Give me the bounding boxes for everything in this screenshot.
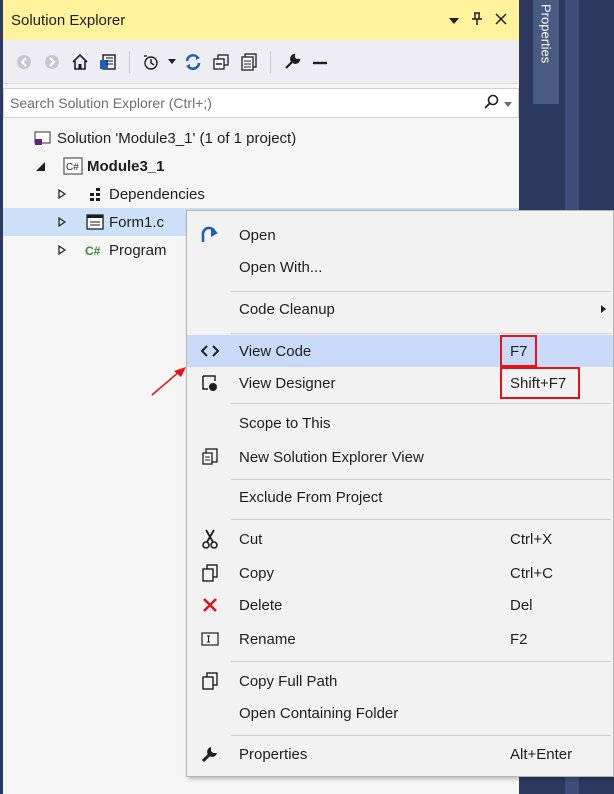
delete-x-icon <box>197 592 223 618</box>
collapsed-arrow-icon[interactable] <box>55 243 69 257</box>
menu-item-label: New Solution Explorer View <box>239 448 424 466</box>
form-icon <box>85 212 105 232</box>
menu-item-label: Code Cleanup <box>239 300 335 318</box>
tree-item-label: Form1.c <box>109 213 165 231</box>
pending-changes-filter-icon[interactable] <box>138 49 164 75</box>
menu-item-label: Cut <box>239 530 263 548</box>
panel-title: Solution Explorer <box>11 11 126 29</box>
menu-item-label: Rename <box>239 630 296 648</box>
scissors-icon <box>197 526 223 552</box>
svg-text:C#: C# <box>66 162 79 173</box>
properties-tab[interactable]: Properties <box>533 0 559 104</box>
menu-item-new-solution-explorer-view[interactable]: New Solution Explorer View <box>187 441 613 473</box>
collapsed-arrow-icon[interactable] <box>55 215 69 229</box>
close-icon[interactable] <box>495 12 507 28</box>
dropdown-icon[interactable] <box>449 12 459 28</box>
sync-icon[interactable] <box>180 49 206 75</box>
menu-separator <box>231 403 611 404</box>
back-icon[interactable] <box>11 49 37 75</box>
menu-item-cut[interactable]: Cut Ctrl+X <box>187 523 613 555</box>
panel-title-bar: Solution Explorer <box>3 0 519 40</box>
annotation-arrow-icon <box>151 367 186 396</box>
copy-icon <box>197 560 223 586</box>
menu-item-label: Copy Full Path <box>239 672 338 690</box>
wrench-icon <box>197 741 223 767</box>
preview-selected-icon[interactable] <box>307 49 333 75</box>
toolbar-separator <box>270 50 271 73</box>
menu-item-shortcut: Del <box>510 596 533 614</box>
menu-item-copy-full-path[interactable]: Copy Full Path <box>187 665 613 697</box>
collapsed-arrow-icon[interactable] <box>55 187 69 201</box>
show-all-files-icon[interactable] <box>236 49 262 75</box>
menu-separator <box>231 661 611 662</box>
menu-separator <box>231 479 611 480</box>
tree-item-label: Module3_1 <box>87 157 165 175</box>
menu-item-label: Open Containing Folder <box>239 704 399 722</box>
tree-item-project[interactable]: C# Module3_1 <box>3 152 519 180</box>
menu-item-open[interactable]: Open <box>187 219 613 251</box>
copy-path-icon <box>197 668 223 694</box>
forward-icon[interactable] <box>39 49 65 75</box>
menu-item-open-with[interactable]: Open With... <box>187 251 613 283</box>
svg-text:C#: C# <box>85 244 101 258</box>
switch-views-icon[interactable] <box>95 49 121 75</box>
designer-icon <box>197 370 223 396</box>
menu-item-view-code[interactable]: View Code F7 <box>187 335 613 367</box>
menu-item-code-cleanup[interactable]: Code Cleanup <box>187 293 613 325</box>
collapse-all-icon[interactable] <box>208 49 234 75</box>
menu-item-shortcut: Ctrl+C <box>510 564 553 582</box>
toolbar-separator <box>129 50 130 73</box>
menu-separator <box>231 291 611 292</box>
pin-icon[interactable] <box>471 11 483 29</box>
filter-dropdown-icon[interactable] <box>166 49 178 75</box>
solution-explorer-toolbar <box>3 40 519 84</box>
menu-item-shortcut: Ctrl+X <box>510 530 553 548</box>
search-icon[interactable] <box>484 94 500 113</box>
view-code-shortcut-highlight <box>500 335 537 367</box>
home-icon[interactable] <box>67 49 93 75</box>
rename-icon <box>197 626 223 652</box>
menu-separator <box>231 735 611 736</box>
menu-item-label: Open <box>239 226 276 244</box>
menu-item-label: View Designer <box>239 374 336 392</box>
menu-item-label: Scope to This <box>239 414 331 432</box>
tree-item-solution[interactable]: Solution 'Module3_1' (1 of 1 project) <box>3 124 519 152</box>
menu-item-shortcut: F2 <box>510 630 528 648</box>
menu-item-exclude-from-project[interactable]: Exclude From Project <box>187 481 613 513</box>
menu-item-scope-to-this[interactable]: Scope to This <box>187 407 613 439</box>
expanded-arrow-icon[interactable] <box>33 159 47 173</box>
properties-wrench-icon[interactable] <box>279 49 305 75</box>
csharp-file-icon: C# <box>85 240 105 260</box>
context-menu: Open Open With... Code Cleanup View Code… <box>186 210 614 777</box>
tree-item-dependencies[interactable]: Dependencies <box>3 180 519 208</box>
code-brackets-icon <box>197 338 223 364</box>
search-options-dropdown-icon[interactable] <box>504 95 512 111</box>
tree-item-label: Program <box>109 241 167 259</box>
submenu-arrow-icon <box>601 305 606 313</box>
tree-item-label: Dependencies <box>109 185 205 203</box>
menu-item-delete[interactable]: Delete Del <box>187 589 613 621</box>
dependencies-icon <box>85 184 105 204</box>
menu-item-properties[interactable]: Properties Alt+Enter <box>187 738 613 770</box>
new-view-icon <box>197 444 223 470</box>
menu-item-label: View Code <box>239 342 312 360</box>
tree-item-label: Solution 'Module3_1' (1 of 1 project) <box>57 129 297 147</box>
csharp-project-icon: C# <box>63 156 83 176</box>
menu-item-shortcut: Alt+Enter <box>510 745 573 763</box>
menu-item-label: Exclude From Project <box>239 488 383 506</box>
solution-icon <box>33 128 53 148</box>
menu-separator <box>231 333 611 334</box>
menu-item-label: Properties <box>239 745 308 763</box>
menu-item-label: Open With... <box>239 258 323 276</box>
menu-item-label: Copy <box>239 564 275 582</box>
menu-item-copy[interactable]: Copy Ctrl+C <box>187 557 613 589</box>
search-input[interactable]: Search Solution Explorer (Ctrl+;) <box>3 88 519 118</box>
view-designer-shortcut-highlight <box>500 367 580 399</box>
search-placeholder: Search Solution Explorer (Ctrl+;) <box>10 95 212 111</box>
open-arrow-icon <box>197 222 223 248</box>
menu-item-open-containing-folder[interactable]: Open Containing Folder <box>187 697 613 729</box>
menu-separator <box>231 519 611 520</box>
menu-item-rename[interactable]: Rename F2 <box>187 623 613 655</box>
menu-item-label: Delete <box>239 596 283 614</box>
